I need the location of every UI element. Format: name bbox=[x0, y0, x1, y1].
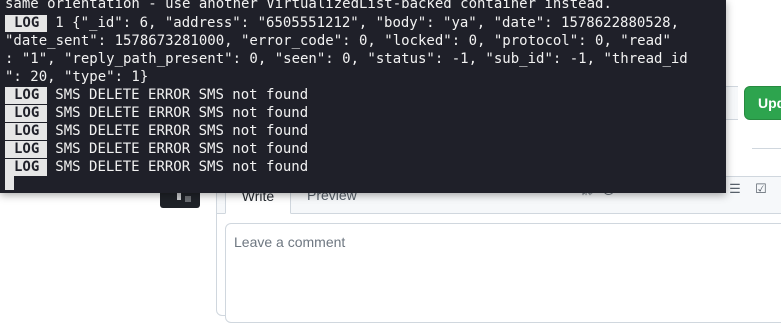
terminal-cursor bbox=[5, 173, 14, 190]
log-badge: LOG bbox=[5, 105, 48, 122]
log-entry: LOG SMS DELETE ERROR SMS not found bbox=[5, 140, 308, 158]
terminal-console: same orientation - use another Virtualiz… bbox=[0, 0, 726, 193]
comment-editor: Write Preview ❝ ‹› ⛓ @ ▭ ≡ ☰ ☑ Leave a c… bbox=[216, 176, 781, 323]
task-list-icon[interactable]: ☑ bbox=[753, 181, 769, 197]
log-entry: LOG SMS DELETE ERROR SMS not found bbox=[5, 158, 308, 176]
log-entry: LOG SMS DELETE ERROR SMS not found bbox=[5, 86, 308, 104]
log-text: SMS DELETE ERROR SMS not found bbox=[55, 87, 309, 103]
log-text: SMS DELETE ERROR SMS not found bbox=[55, 123, 309, 139]
log-entry: LOG SMS DELETE ERROR SMS not found bbox=[5, 122, 308, 140]
log-entry: LOG SMS DELETE ERROR SMS not found bbox=[5, 104, 308, 122]
log-entry: LOG 1 {"_id": 6, "address": "6505551212",… bbox=[5, 14, 679, 32]
avatar-mark bbox=[177, 192, 181, 200]
terminal-line: : "1", "reply_path_present": 0, "seen": … bbox=[5, 51, 688, 67]
log-badge: LOG bbox=[5, 87, 48, 104]
update-button[interactable]: Upd bbox=[744, 86, 781, 120]
log-text: SMS DELETE ERROR SMS not found bbox=[55, 105, 309, 121]
terminal-line: same orientation - use another Virtualiz… bbox=[5, 0, 612, 12]
terminal-line: "date_sent": 1578673281000, "error_code"… bbox=[5, 33, 671, 49]
avatar-mark bbox=[185, 196, 191, 202]
log-text: SMS DELETE ERROR SMS not found bbox=[55, 141, 309, 157]
log-text: 1 {"_id": 6, "address": "6505551212", "b… bbox=[55, 15, 680, 31]
log-badge: LOG bbox=[5, 15, 48, 32]
unordered-list-icon[interactable]: ☰ bbox=[727, 181, 743, 197]
terminal-line: ": 20, "type": 1} bbox=[5, 69, 149, 85]
log-badge: LOG bbox=[5, 141, 48, 158]
log-badge: LOG bbox=[5, 123, 48, 140]
comment-textarea[interactable]: Leave a comment bbox=[225, 223, 781, 323]
divider bbox=[752, 148, 781, 149]
log-text: SMS DELETE ERROR SMS not found bbox=[55, 159, 309, 175]
